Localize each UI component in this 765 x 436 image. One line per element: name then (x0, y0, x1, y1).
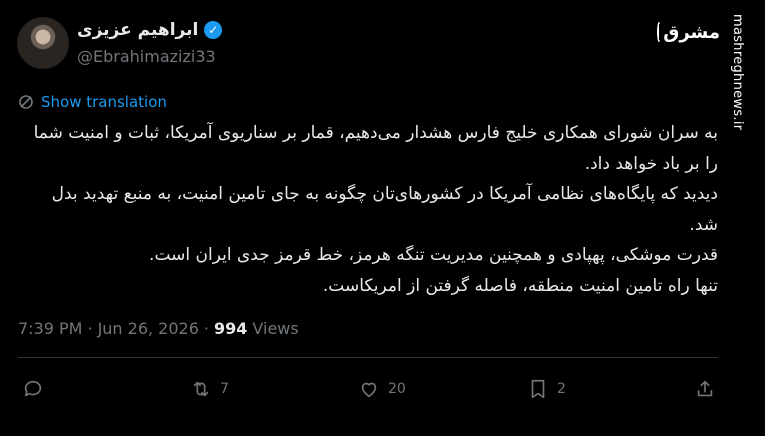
translate-icon (19, 95, 33, 109)
tweet-paragraph: دیدید که پایگاه‌های نظامی آمریکا در کشور… (51, 184, 718, 235)
bookmark-button[interactable]: 2 (527, 378, 566, 400)
brand-logo: مشرق (657, 18, 720, 46)
divider (18, 357, 718, 358)
like-count: 20 (388, 381, 406, 397)
tweet-paragraph: به سران شورای همکاری خلیج فارس هشدار می‌… (33, 123, 718, 174)
avatar[interactable] (17, 17, 69, 69)
reply-button[interactable] (22, 378, 52, 400)
heart-icon (361, 382, 377, 398)
verified-badge-icon: ✓ (204, 21, 223, 39)
reply-icon (24, 380, 42, 397)
author-display-name[interactable]: ابراهیم عزیزی (77, 20, 198, 40)
meta-separator: · (87, 319, 93, 338)
show-translation-label: Show translation (41, 93, 167, 111)
action-bar: 7 20 2 (22, 378, 722, 406)
bookmark-count: 2 (557, 381, 566, 397)
tweet-meta: 7:39 PM · Jun 26, 2026 · 994 Views (18, 319, 299, 338)
share-icon (697, 380, 713, 397)
show-translation-link[interactable]: Show translation (18, 93, 167, 111)
author-handle[interactable]: @Ebrahimazizi33 (77, 47, 216, 66)
brand-logo-text: مشرق (663, 21, 720, 43)
site-watermark: mashreghnews.ir (730, 14, 745, 131)
tweet-paragraph: تنها راه تامین امنیت منطقه، فاصله گرفتن … (322, 275, 718, 296)
retweet-button[interactable]: 7 (190, 378, 229, 400)
author-name-row: ابراهیم عزیزی ✓ (77, 20, 223, 40)
share-button[interactable] (694, 378, 716, 400)
brand-swirl-icon (657, 22, 662, 42)
like-button[interactable]: 20 (358, 378, 406, 400)
retweet-count: 7 (220, 381, 229, 397)
tweet-time[interactable]: 7:39 PM (18, 319, 82, 338)
tweet-paragraph: قدرت موشکی، پهپادی و همچنین مدیریت تنگه … (149, 245, 718, 265)
retweet-icon (193, 381, 209, 397)
tweet-date[interactable]: Jun 26, 2026 (98, 319, 199, 338)
meta-separator: · (203, 319, 209, 338)
bookmark-icon (531, 379, 545, 399)
views-count: 994 (214, 319, 248, 338)
views-label: Views (252, 319, 299, 338)
tweet-text: به سران شورای همکاری خلیج فارس هشدار می‌… (18, 118, 718, 301)
